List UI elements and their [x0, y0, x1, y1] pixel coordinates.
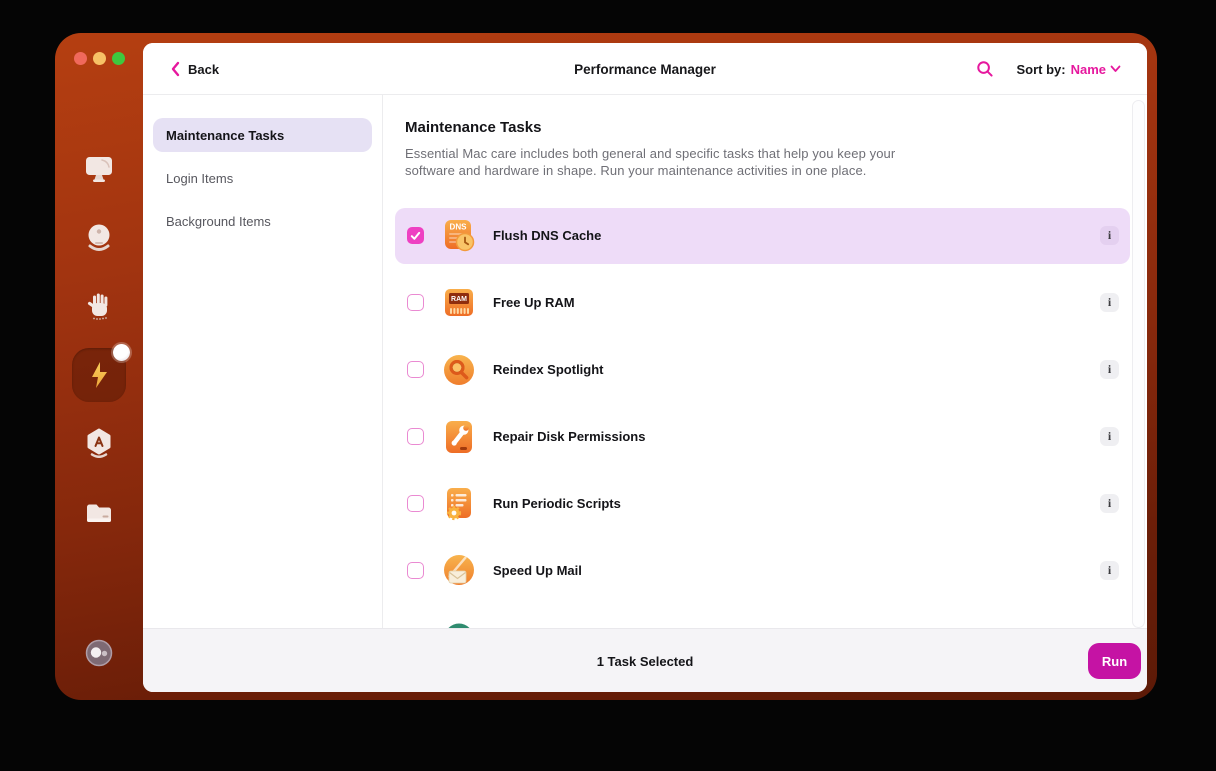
content-description: Essential Mac care includes both general…	[405, 146, 896, 179]
checkbox-unchecked[interactable]	[407, 495, 424, 513]
checkbox-unchecked[interactable]	[407, 361, 424, 379]
chevron-down-icon	[1110, 65, 1121, 72]
info-button[interactable]: i	[1100, 226, 1119, 246]
sidebar-rail	[55, 33, 143, 700]
app-window: Back Performance Manager Sort by: Name M…	[55, 33, 1157, 700]
checkbox-unchecked[interactable]	[407, 562, 424, 580]
checkbox-checked[interactable]	[407, 227, 424, 245]
sort-value: Name	[1070, 61, 1106, 77]
nav-item-login-items[interactable]: Login Items	[153, 161, 372, 195]
sidebar-item-applications[interactable]	[55, 416, 143, 470]
task-label: Repair Disk Permissions	[493, 429, 646, 445]
panel-body: Maintenance Tasks Login Items Background…	[143, 95, 1147, 628]
files-folder-icon	[87, 504, 111, 522]
checkbox-unchecked[interactable]	[407, 428, 424, 446]
assistant-icon	[85, 639, 113, 667]
task-label: Flush DNS Cache	[493, 228, 602, 244]
sidebar-item-mac[interactable]	[55, 141, 143, 195]
task-label: Run Periodic Scripts	[493, 496, 621, 512]
task-label: Reindex Spotlight	[493, 362, 604, 378]
task-row-partial[interactable]	[395, 609, 1130, 628]
nav-item-label: Login Items	[166, 170, 234, 186]
footer-bar: 1 Task Selected Run	[143, 628, 1147, 692]
content-heading: Maintenance Tasks	[405, 119, 542, 136]
dns-clock-icon: DNS	[445, 219, 475, 251]
spotlight-magnifier-icon	[444, 354, 474, 385]
panel-header: Back Performance Manager Sort by: Name	[143, 43, 1147, 95]
applications-icon	[87, 428, 111, 458]
notification-dot	[113, 344, 130, 361]
privacy-hand-icon	[87, 293, 108, 320]
content-area: Maintenance Tasks Essential Mac care inc…	[383, 95, 1147, 628]
checkmark-icon	[410, 231, 421, 240]
sort-control: Sort by: Name	[1016, 62, 1121, 77]
task-row-free-up-ram[interactable]: RAM Free Up RAM i	[395, 274, 1130, 331]
protection-orb-icon	[88, 224, 110, 251]
selection-status: 1 Task Selected	[596, 653, 694, 669]
nav-item-label: Background Items	[166, 213, 271, 229]
task-row-run-periodic-scripts[interactable]: Run Periodic Scripts i	[395, 475, 1130, 532]
task-row-speed-up-mail[interactable]: Speed Up Mail i	[395, 542, 1130, 599]
task-row-reindex-spotlight[interactable]: Reindex Spotlight i	[395, 341, 1130, 398]
scrollbar[interactable]	[1132, 100, 1145, 628]
disk-wrench-icon	[446, 420, 472, 453]
search-icon[interactable]	[976, 60, 994, 78]
info-button[interactable]: i	[1100, 427, 1119, 447]
scripts-gear-icon	[446, 487, 471, 520]
partial-teal-icon	[445, 621, 473, 628]
task-list: DNS Flush DNS Cache i RAM Free Up RAM i …	[395, 207, 1130, 628]
sort-by-label: Sort by:	[1016, 61, 1066, 77]
active-tile	[72, 344, 130, 402]
task-label: Speed Up Mail	[493, 563, 582, 579]
nav-item-background-items[interactable]: Background Items	[153, 204, 372, 238]
nav-item-maintenance-tasks[interactable]: Maintenance Tasks	[153, 118, 372, 152]
mac-display-icon	[86, 157, 112, 182]
sidebar-item-privacy[interactable]	[55, 279, 143, 333]
task-label: Free Up RAM	[493, 295, 575, 311]
sidebar-item-performance[interactable]	[55, 344, 143, 402]
info-button[interactable]: i	[1100, 293, 1119, 313]
sidebar-item-assistant[interactable]	[55, 626, 143, 680]
checkbox-unchecked[interactable]	[407, 294, 424, 312]
sidebar-item-protection[interactable]	[55, 210, 143, 264]
info-button[interactable]: i	[1100, 360, 1119, 380]
sidebar-item-files[interactable]	[55, 485, 143, 539]
section-nav: Maintenance Tasks Login Items Background…	[143, 95, 383, 628]
performance-lightning-icon	[92, 362, 107, 388]
info-button[interactable]: i	[1100, 494, 1119, 514]
mail-stamp-icon	[444, 554, 474, 585]
svg-text:DNS: DNS	[450, 222, 468, 231]
task-row-repair-disk-permissions[interactable]: Repair Disk Permissions i	[395, 408, 1130, 465]
info-button[interactable]: i	[1100, 561, 1119, 581]
ram-chip-icon: RAM	[445, 288, 473, 316]
sort-dropdown[interactable]: Name	[1071, 62, 1121, 77]
task-row-flush-dns-cache[interactable]: DNS Flush DNS Cache i	[395, 207, 1130, 264]
svg-text:RAM: RAM	[451, 296, 467, 303]
nav-item-label: Maintenance Tasks	[166, 127, 285, 143]
run-button[interactable]: Run	[1088, 643, 1141, 679]
main-panel: Back Performance Manager Sort by: Name M…	[143, 43, 1147, 692]
